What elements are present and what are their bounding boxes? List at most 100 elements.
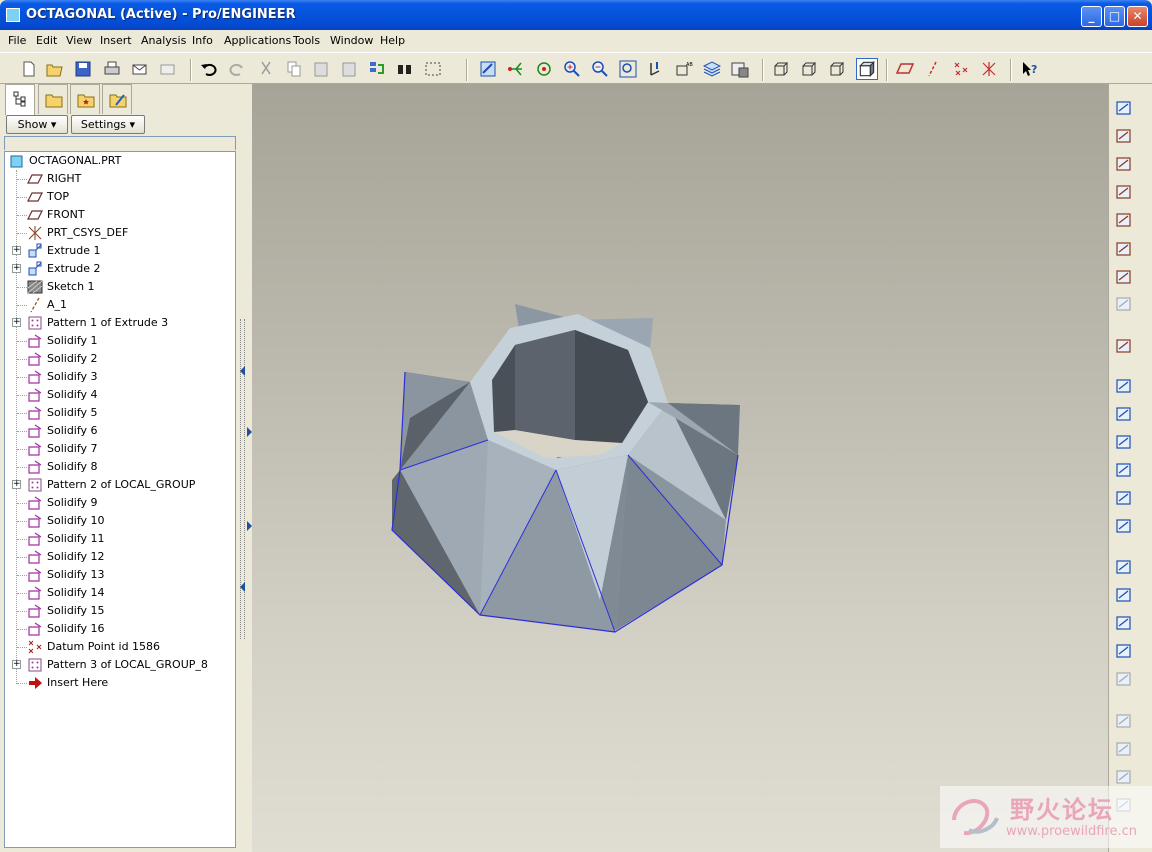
tree-item[interactable]: Solidify 2 bbox=[5, 350, 235, 368]
zoom-in-icon[interactable] bbox=[563, 60, 581, 78]
expand-toggle-icon[interactable]: + bbox=[12, 246, 21, 255]
menu-edit[interactable]: Edit bbox=[36, 34, 57, 47]
menu-window[interactable]: Window bbox=[330, 34, 373, 47]
collapse-arrow-icon[interactable] bbox=[239, 582, 247, 592]
view-manager-icon[interactable] bbox=[731, 60, 749, 78]
tree-item[interactable]: Solidify 6 bbox=[5, 422, 235, 440]
shading-icon[interactable] bbox=[856, 58, 878, 80]
tree-item[interactable]: Insert Here bbox=[5, 674, 235, 692]
refit-icon[interactable] bbox=[619, 60, 637, 78]
save-icon[interactable] bbox=[74, 60, 92, 78]
menu-tools[interactable]: Tools bbox=[293, 34, 320, 47]
repaint-icon[interactable] bbox=[479, 60, 497, 78]
csys-tool-icon[interactable] bbox=[1114, 239, 1134, 259]
menu-analysis[interactable]: Analysis bbox=[141, 34, 186, 47]
orient-mode-icon[interactable] bbox=[535, 60, 553, 78]
wireframe-icon[interactable] bbox=[772, 60, 790, 78]
coordinate-system-offset-icon[interactable] bbox=[1114, 294, 1134, 314]
tree-item[interactable]: Solidify 3 bbox=[5, 368, 235, 386]
hidden-line-icon[interactable] bbox=[800, 60, 818, 78]
hole-icon[interactable] bbox=[1114, 376, 1134, 396]
datum-plane-display-icon[interactable] bbox=[896, 60, 914, 78]
datum-axis-display-icon[interactable] bbox=[924, 60, 942, 78]
expand-toggle-icon[interactable]: + bbox=[12, 480, 21, 489]
tree-item[interactable]: Solidify 9 bbox=[5, 494, 235, 512]
menu-file[interactable]: File bbox=[8, 34, 26, 47]
tree-item[interactable]: A_1 bbox=[5, 296, 235, 314]
tree-item[interactable]: + Pattern 1 of Extrude 3 bbox=[5, 314, 235, 332]
draft-icon[interactable] bbox=[1114, 460, 1134, 480]
expand-toggle-icon[interactable]: + bbox=[12, 318, 21, 327]
print-icon[interactable] bbox=[103, 60, 121, 78]
menu-insert[interactable]: Insert bbox=[100, 34, 132, 47]
annotation-icon[interactable] bbox=[1114, 336, 1134, 356]
show-button[interactable]: Show ▾ bbox=[6, 115, 68, 134]
tree-item[interactable]: Sketch 1 bbox=[5, 278, 235, 296]
csys-display-icon[interactable] bbox=[980, 60, 998, 78]
datum-curve-tool-icon[interactable] bbox=[1114, 182, 1134, 202]
tree-item[interactable]: + Extrude 1 bbox=[5, 242, 235, 260]
menu-applications[interactable]: Applications bbox=[224, 34, 291, 47]
tree-item[interactable]: Solidify 12 bbox=[5, 548, 235, 566]
find-icon[interactable] bbox=[396, 60, 414, 78]
open-icon[interactable] bbox=[46, 60, 64, 78]
tree-item[interactable]: Solidify 7 bbox=[5, 440, 235, 458]
rib-icon[interactable] bbox=[1114, 432, 1134, 452]
zoom-out-icon[interactable] bbox=[591, 60, 609, 78]
layers-icon[interactable] bbox=[703, 60, 721, 78]
tree-item[interactable]: Solidify 11 bbox=[5, 530, 235, 548]
tree-item[interactable]: Solidify 16 bbox=[5, 620, 235, 638]
tree-item[interactable]: RIGHT bbox=[5, 170, 235, 188]
tree-item[interactable]: Solidify 14 bbox=[5, 584, 235, 602]
tree-item[interactable]: Solidify 15 bbox=[5, 602, 235, 620]
tree-item[interactable]: Solidify 8 bbox=[5, 458, 235, 476]
send-mail-icon[interactable] bbox=[131, 60, 149, 78]
sketched-datum-curve-icon[interactable] bbox=[1114, 98, 1134, 118]
tree-item[interactable]: + Pattern 2 of LOCAL_GROUP bbox=[5, 476, 235, 494]
settings-button[interactable]: Settings ▾ bbox=[71, 115, 145, 134]
tree-item[interactable]: Datum Point id 1586 bbox=[5, 638, 235, 656]
model-tree[interactable]: OCTAGONAL.PRT RIGHT TOP FRONT PRT_CSYS_DEF + E… bbox=[4, 151, 236, 848]
spin-center-icon[interactable] bbox=[507, 60, 525, 78]
tree-root[interactable]: OCTAGONAL.PRT bbox=[5, 152, 235, 170]
expand-toggle-icon[interactable]: + bbox=[12, 660, 21, 669]
menu-view[interactable]: View bbox=[66, 34, 92, 47]
thicken-icon[interactable] bbox=[1114, 767, 1134, 787]
analysis-feature-icon[interactable] bbox=[1114, 267, 1134, 287]
context-help-icon[interactable]: ? bbox=[1021, 60, 1039, 78]
close-button[interactable]: ✕ bbox=[1127, 6, 1148, 27]
extend-icon[interactable] bbox=[1114, 711, 1134, 731]
folder-browser-tab[interactable] bbox=[38, 84, 68, 114]
tree-item[interactable]: Solidify 1 bbox=[5, 332, 235, 350]
tree-item[interactable]: Solidify 4 bbox=[5, 386, 235, 404]
menu-help[interactable]: Help bbox=[380, 34, 405, 47]
copy-paste-icon[interactable] bbox=[1114, 557, 1134, 577]
mirror-icon[interactable] bbox=[1114, 585, 1134, 605]
round-icon[interactable] bbox=[1114, 488, 1134, 508]
favorites-tab[interactable] bbox=[70, 84, 100, 114]
shell-icon[interactable] bbox=[1114, 404, 1134, 424]
merge-icon[interactable] bbox=[1114, 613, 1134, 633]
panel-splitter[interactable] bbox=[238, 84, 252, 852]
select-box-icon[interactable] bbox=[424, 60, 442, 78]
minimize-button[interactable]: _ bbox=[1081, 6, 1102, 27]
pattern-tool-icon[interactable] bbox=[1114, 669, 1134, 689]
connections-tab[interactable] bbox=[102, 84, 132, 114]
new-icon[interactable] bbox=[20, 60, 38, 78]
tree-item[interactable]: Solidify 13 bbox=[5, 566, 235, 584]
title-bar[interactable]: OCTAGONAL (Active) - Pro/ENGINEER _ □ ✕ bbox=[0, 0, 1152, 30]
tree-item[interactable]: PRT_CSYS_DEF bbox=[5, 224, 235, 242]
undo-icon[interactable] bbox=[200, 60, 218, 78]
no-hidden-icon[interactable] bbox=[828, 60, 846, 78]
offset-icon[interactable] bbox=[1114, 739, 1134, 759]
tree-item[interactable]: + Pattern 3 of LOCAL_GROUP_8 bbox=[5, 656, 235, 674]
datum-plane-tool-icon[interactable] bbox=[1114, 126, 1134, 146]
model-tree-tab[interactable] bbox=[5, 84, 35, 115]
maximize-button[interactable]: □ bbox=[1104, 6, 1125, 27]
datum-point-display-icon[interactable] bbox=[952, 60, 970, 78]
graphics-window[interactable] bbox=[252, 84, 1108, 852]
expand-toggle-icon[interactable]: + bbox=[12, 264, 21, 273]
tree-item[interactable]: Solidify 5 bbox=[5, 404, 235, 422]
trim-icon[interactable] bbox=[1114, 641, 1134, 661]
regenerate-icon[interactable] bbox=[368, 60, 386, 78]
